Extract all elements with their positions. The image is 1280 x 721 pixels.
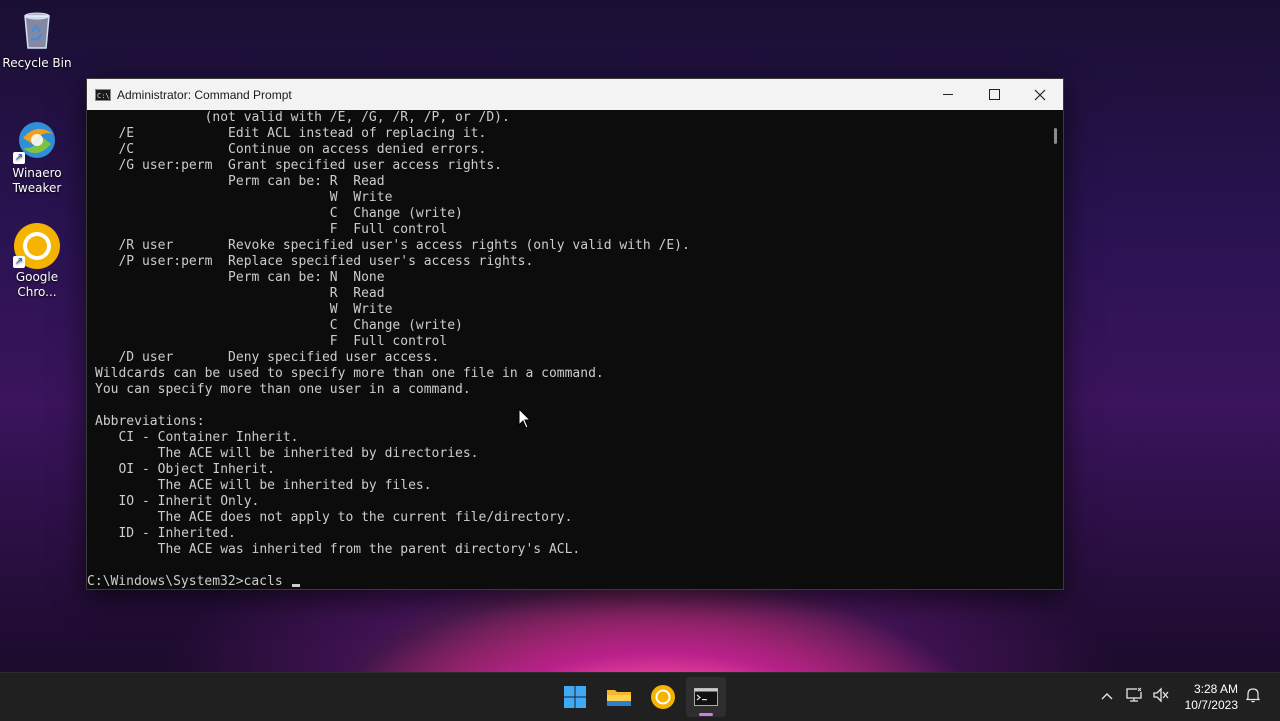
notification-icon[interactable] — [1243, 687, 1263, 707]
console-line: /D user Deny specified user access. — [95, 350, 440, 365]
taskbar-command-prompt[interactable] — [686, 677, 726, 717]
desktop-icon-label: Tweaker — [12, 181, 62, 195]
maximize-button[interactable] — [971, 79, 1017, 110]
console-line: ID - Inherited. — [95, 526, 236, 541]
console-line: C Change (write) — [95, 318, 463, 333]
shortcut-arrow-icon: ↗ — [13, 152, 25, 164]
desktop-icon-recycle-bin[interactable]: Recycle Bin — [1, 8, 73, 71]
console-output[interactable]: (not valid with /E, /G, /R, /P, or /D). … — [87, 110, 1049, 589]
start-button[interactable] — [555, 677, 595, 717]
clock-time: 3:28 AM — [1193, 682, 1238, 696]
console-line: W Write — [95, 190, 393, 205]
close-icon — [1034, 89, 1046, 100]
taskbar-google-chrome[interactable] — [643, 677, 683, 717]
network-icon[interactable] — [1124, 687, 1144, 707]
desktop-icon-label: Winaero — [12, 166, 62, 180]
console-line: CI - Container Inherit. — [95, 430, 299, 445]
window-title: Administrator: Command Prompt — [117, 87, 292, 102]
command-prompt-window[interactable]: C:\ Administrator: Command Prompt (not v… — [86, 78, 1064, 590]
google-chrome-icon — [651, 685, 675, 709]
console-line: IO - Inherit Only. — [95, 494, 260, 509]
desktop-icon-google-chrome[interactable]: ↗ Google Chro... — [1, 222, 73, 300]
command-prompt-icon: C:\ — [95, 88, 111, 101]
title-bar[interactable]: C:\ Administrator: Command Prompt — [87, 79, 1063, 110]
google-chrome-icon: ↗ — [13, 222, 60, 269]
windows-start-icon — [564, 686, 586, 708]
console-line: F Full control — [95, 334, 448, 349]
minimize-icon — [943, 94, 953, 95]
scrollbar[interactable] — [1049, 110, 1063, 589]
console-line: OI - Object Inherit. — [95, 462, 276, 477]
console-line: /G user:perm Grant specified user access… — [95, 158, 502, 173]
console-line: The ACE will be inherited by files. — [95, 478, 432, 493]
console-line: The ACE does not apply to the current fi… — [95, 510, 573, 525]
console-line: /C Continue on access denied errors. — [95, 142, 487, 157]
file-explorer-icon — [607, 690, 631, 706]
command-input[interactable]: C:\Windows\System32>cacls — [87, 574, 291, 589]
desktop-icon-label: Chro... — [17, 285, 57, 299]
minimize-button[interactable] — [925, 79, 971, 110]
console-line: Wildcards can be used to specify more th… — [95, 366, 604, 381]
command-prompt-line[interactable]: C:\Windows\System32>cacls — [87, 574, 690, 589]
console-line: The ACE will be inherited by directories… — [95, 446, 479, 461]
console-line: C Change (write) — [95, 206, 463, 221]
text-cursor — [291, 584, 300, 587]
volume-muted-icon[interactable] — [1151, 687, 1171, 707]
recycle-bin-icon — [15, 8, 59, 52]
maximize-icon — [988, 89, 1000, 100]
winaero-tweaker-icon: ↗ — [13, 118, 59, 164]
mouse-pointer-icon — [518, 408, 532, 429]
console-line: Perm can be: R Read — [95, 174, 385, 189]
console-line: You can specify more than one user in a … — [95, 382, 471, 397]
shortcut-arrow-icon: ↗ — [13, 256, 25, 268]
console-line: (not valid with /E, /G, /R, /P, or /D). — [95, 110, 510, 125]
clock-date: 10/7/2023 — [1184, 698, 1238, 712]
console-line: /P user:perm Replace specified user's ac… — [95, 254, 534, 269]
console-line: /R user Revoke specified user's access r… — [95, 238, 690, 253]
desktop-icon-label: Google — [15, 270, 59, 284]
desktop-icon-winaero-tweaker[interactable]: ↗ Winaero Tweaker — [1, 118, 73, 196]
desktop: Recycle Bin ↗ Winaero Tweaker ↗ Google C… — [0, 0, 1280, 672]
console-line: Perm can be: N None — [95, 270, 385, 285]
chevron-up-icon[interactable] — [1097, 687, 1117, 707]
console-text: (not valid with /E, /G, /R, /P, or /D). … — [87, 110, 690, 589]
console-line: Abbreviations: — [95, 414, 205, 429]
console-line: /E Edit ACL instead of replacing it. — [95, 126, 487, 141]
console-line: The ACE was inherited from the parent di… — [95, 542, 581, 557]
command-prompt-icon — [694, 688, 718, 706]
active-app-indicator — [699, 713, 713, 716]
scrollbar-thumb[interactable] — [1054, 128, 1057, 144]
clock[interactable]: 3:28 AM 10/7/2023 — [1185, 681, 1238, 713]
console-line: F Full control — [95, 222, 448, 237]
taskbar: 3:28 AM 10/7/2023 — [0, 672, 1280, 721]
taskbar-file-explorer[interactable] — [599, 677, 639, 717]
console-line: R Read — [95, 286, 385, 301]
close-button[interactable] — [1017, 79, 1063, 110]
console-line: W Write — [95, 302, 393, 317]
desktop-icon-label: Recycle Bin — [2, 56, 72, 70]
